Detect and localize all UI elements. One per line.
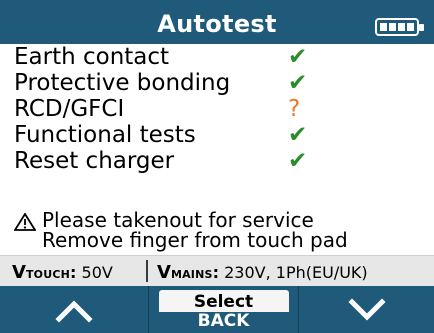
touch-voltage: VTOUCH: 50V — [12, 262, 113, 283]
checkmark-icon: ✔ — [288, 44, 308, 70]
back-label: BACK — [158, 311, 289, 330]
screen-title: Autotest — [157, 10, 277, 38]
up-button[interactable] — [0, 286, 148, 333]
select-back-button[interactable]: Select BACK — [149, 286, 298, 333]
check-row: RCD/GFCI ? — [14, 96, 424, 122]
check-label: Earth contact — [14, 44, 170, 70]
down-button[interactable] — [299, 286, 434, 333]
header-bar: Autotest — [0, 0, 434, 44]
touch-voltage-symbol: V — [12, 262, 26, 283]
select-label: Select — [193, 291, 254, 312]
check-label: Reset charger — [14, 148, 175, 174]
check-label: Functional tests — [14, 122, 196, 148]
battery-full-icon — [375, 18, 424, 36]
touch-voltage-subscript: TOUCH — [25, 268, 71, 281]
status-info-bar: VTOUCH: 50V VMAINS: 230V, 1Ph(EU/UK) — [0, 255, 434, 287]
checkmark-icon: ✔ — [288, 148, 308, 174]
device-screen: Autotest Earth contact ✔ Protective bond… — [0, 0, 434, 333]
chevron-down-icon — [347, 297, 386, 321]
checkmark-icon: ✔ — [288, 70, 308, 96]
select-back-label-box: Select BACK — [158, 289, 289, 330]
question-icon: ? — [288, 96, 301, 122]
notice-line-2: Remove finger from touch pad — [42, 228, 348, 252]
chevron-up-icon — [55, 299, 93, 323]
check-list: Earth contact ✔ Protective bonding ✔ RCD… — [14, 44, 424, 174]
notice-line-1: Please takenout for service — [42, 208, 314, 232]
mains-voltage-value: 230V, 1Ph(EU/UK) — [224, 263, 368, 282]
warning-triangle-icon — [14, 213, 36, 231]
info-separator — [146, 260, 148, 282]
softkey-bar: Select BACK — [0, 286, 434, 333]
mains-voltage-symbol: V — [157, 262, 171, 283]
check-row: Functional tests ✔ — [14, 122, 424, 148]
check-row: Protective bonding ✔ — [14, 70, 424, 96]
mains-voltage-subscript: MAINS — [170, 268, 213, 281]
check-label: Protective bonding — [14, 70, 231, 96]
check-row: Reset charger ✔ — [14, 148, 424, 174]
check-label: RCD/GFCI — [14, 96, 125, 122]
touch-voltage-value: 50V — [81, 263, 113, 282]
checkmark-icon: ✔ — [288, 122, 308, 148]
mains-voltage: VMAINS: 230V, 1Ph(EU/UK) — [157, 262, 368, 283]
check-row: Earth contact ✔ — [14, 44, 424, 70]
